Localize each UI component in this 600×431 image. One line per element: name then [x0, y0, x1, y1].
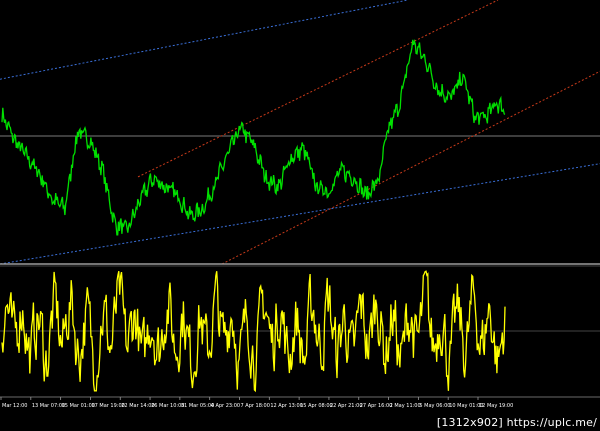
- x-tick-label: 12 Apr 13:00: [270, 403, 303, 409]
- x-tick-label: 13 Mar 07:00: [32, 403, 65, 409]
- watermark: [1312x902] https://uplc.me/: [436, 416, 597, 429]
- x-tick-label: 27 Apr 16:00: [360, 403, 393, 409]
- x-tick-label: 22 Mar 14:00: [121, 403, 154, 409]
- x-tick-label: Mar 12:00: [2, 403, 27, 409]
- x-tick-label: 12 May 19:00: [479, 403, 513, 409]
- x-tick-label: 31 Mar 05:00: [181, 403, 214, 409]
- chart-canvas: Mar 12:00 13 Mar 07:0015 Mar 01:0017 Mar …: [0, 0, 600, 431]
- chart-background: [0, 0, 600, 431]
- x-tick-label: 2 May 11:00: [390, 403, 421, 409]
- x-tick-label: 15 Apr 08:00: [300, 403, 333, 409]
- x-tick-label: 26 Mar 10:00: [151, 403, 184, 409]
- x-tick-label: 15 Mar 01:00: [62, 403, 95, 409]
- x-tick-label: 22 Apr 21:00: [330, 403, 363, 409]
- x-tick-label: 17 Mar 19:00: [91, 403, 124, 409]
- x-tick-label: 7 Apr 18:00: [241, 403, 270, 409]
- x-tick-label: 4 Apr 23:00: [211, 403, 240, 409]
- x-tick-label: 5 May 06:00: [419, 403, 450, 409]
